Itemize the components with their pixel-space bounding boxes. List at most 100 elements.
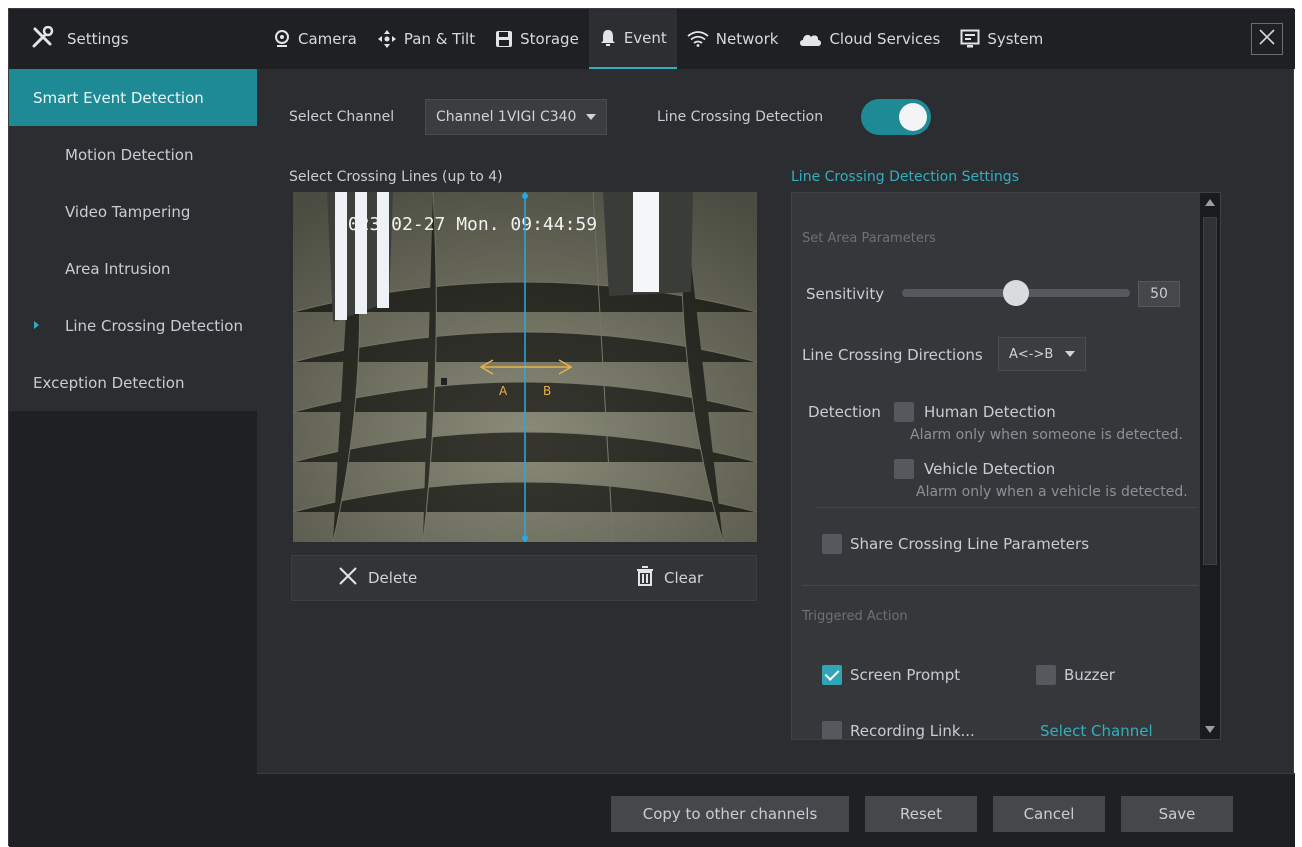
sensitivity-slider-knob[interactable] <box>1003 280 1029 306</box>
settings-panel-title: Line Crossing Detection Settings <box>791 169 1019 185</box>
crossing-lines-label: Select Crossing Lines (up to 4) <box>289 169 503 185</box>
trash-icon <box>636 566 654 590</box>
video-actions-bar: Delete Clear <box>291 555 757 601</box>
sidebar-item-label: Area Intrusion <box>65 259 171 278</box>
share-line-params-checkbox[interactable] <box>822 534 842 554</box>
sidebar-item-motion-detection[interactable]: Motion Detection <box>9 126 257 183</box>
sidebar-item-line-crossing-detection[interactable]: Line Crossing Detection <box>9 297 257 354</box>
screen-prompt-checkbox[interactable] <box>822 665 842 685</box>
sidebar-item-label: Exception Detection <box>33 373 185 392</box>
tab-label: Network <box>715 30 779 48</box>
bell-icon <box>599 29 617 47</box>
sensitivity-slider[interactable] <box>902 280 1130 306</box>
toggle-knob <box>899 103 927 131</box>
vehicle-detection-label: Vehicle Detection <box>924 460 1056 478</box>
tab-label: Cloud Services <box>829 30 941 48</box>
crossing-point-a: A <box>499 384 508 398</box>
scroll-down-icon[interactable] <box>1205 726 1215 733</box>
detection-label: Detection <box>808 403 881 421</box>
tab-event[interactable]: Event <box>588 9 677 69</box>
select-channel-label: Select Channel <box>289 109 395 125</box>
camera-scene-image: 2023-02-27 Mon. 09:44:59 A B <box>293 192 757 542</box>
pan-tilt-icon <box>377 29 397 49</box>
footer-bar: Copy to other channels Reset Cancel Save <box>257 773 1295 847</box>
divider <box>802 585 1198 586</box>
sensitivity-value-text: 50 <box>1150 286 1168 302</box>
monitor-icon <box>960 29 980 49</box>
camera-video-preview[interactable]: 2023-02-27 Mon. 09:44:59 A B <box>293 192 757 542</box>
sidebar-item-smart-event-detection[interactable]: Smart Event Detection <box>9 69 257 126</box>
line-crossing-toggle-label: Line Crossing Detection <box>657 109 824 125</box>
channel-dropdown[interactable]: Channel 1VIGI C340 <box>425 99 607 135</box>
recording-link-label: Recording Link... <box>850 722 975 740</box>
tab-storage[interactable]: Storage <box>485 9 589 69</box>
chevron-down-icon <box>1065 351 1075 357</box>
select-channel-link[interactable]: Select Channel <box>1040 722 1153 739</box>
sidebar-group-smart-event: Smart Event Detection Motion Detection V… <box>9 69 257 411</box>
vehicle-detection-checkbox[interactable] <box>894 459 914 479</box>
area-params-heading: Set Area Parameters <box>802 231 936 246</box>
tab-camera[interactable]: Camera <box>263 9 367 69</box>
tab-label: Pan & Tilt <box>403 30 476 48</box>
chevron-down-icon <box>586 114 596 120</box>
settings-title: Settings <box>67 30 129 48</box>
sidebar-item-exception-detection[interactable]: Exception Detection <box>9 354 257 411</box>
storage-icon <box>495 30 513 48</box>
cloud-icon <box>798 31 822 47</box>
human-detection-label: Human Detection <box>924 403 1056 421</box>
line-crossing-toggle[interactable] <box>861 99 931 135</box>
directions-label: Line Crossing Directions <box>802 346 983 364</box>
tools-icon <box>31 25 55 52</box>
sidebar-item-label: Smart Event Detection <box>33 88 204 107</box>
directions-dropdown-value: A<->B <box>1009 346 1054 362</box>
save-button[interactable]: Save <box>1121 796 1233 832</box>
delete-button[interactable]: Delete <box>338 566 417 590</box>
human-detection-checkbox[interactable] <box>894 402 914 422</box>
close-button[interactable] <box>1251 23 1283 55</box>
video-timestamp: 2023-02-27 Mon. 09:44:59 <box>337 214 597 235</box>
delete-label: Delete <box>368 569 418 587</box>
cancel-button-label: Cancel <box>1023 805 1075 823</box>
recording-link-checkbox[interactable] <box>822 721 842 739</box>
divider <box>816 507 1196 508</box>
settings-brand: Settings <box>31 9 129 69</box>
current-item-marker-icon <box>34 321 39 329</box>
sidebar-item-video-tampering[interactable]: Video Tampering <box>9 183 257 240</box>
close-icon <box>338 566 358 590</box>
tab-system[interactable]: System <box>950 9 1053 69</box>
screen-prompt-label: Screen Prompt <box>850 666 961 684</box>
close-icon <box>1258 28 1276 50</box>
tab-pan-tilt[interactable]: Pan & Tilt <box>367 9 485 69</box>
tab-label: Camera <box>298 30 357 48</box>
vehicle-detection-hint: Alarm only when a vehicle is detected. <box>916 484 1188 500</box>
sidebar: Smart Event Detection Motion Detection V… <box>9 69 257 847</box>
directions-dropdown[interactable]: A<->B <box>998 337 1086 371</box>
tab-network[interactable]: Network <box>677 9 789 69</box>
sensitivity-label: Sensitivity <box>806 285 885 303</box>
sidebar-item-label: Line Crossing Detection <box>65 316 243 335</box>
reset-button-label: Reset <box>900 805 942 823</box>
tab-label: System <box>987 30 1044 48</box>
share-line-params-label: Share Crossing Line Parameters <box>850 535 1090 553</box>
settings-scrollbar[interactable] <box>1200 193 1220 739</box>
settings-window: Settings Camera Pan & Tilt Storage Event <box>8 8 1295 847</box>
copy-button-label: Copy to other channels <box>642 805 818 823</box>
buzzer-checkbox[interactable] <box>1036 665 1056 685</box>
sidebar-item-label: Video Tampering <box>65 202 191 221</box>
top-bar: Settings Camera Pan & Tilt Storage Event <box>9 9 1295 69</box>
sensitivity-value[interactable]: 50 <box>1138 281 1180 307</box>
scroll-up-icon[interactable] <box>1205 199 1215 206</box>
camera-icon <box>273 30 291 48</box>
copy-to-other-channels-button[interactable]: Copy to other channels <box>611 796 849 832</box>
reset-button[interactable]: Reset <box>865 796 977 832</box>
sidebar-item-label: Motion Detection <box>65 145 194 164</box>
tab-bar: Camera Pan & Tilt Storage Event Network … <box>263 9 1053 69</box>
wifi-icon <box>687 31 709 47</box>
cancel-button[interactable]: Cancel <box>993 796 1105 832</box>
sidebar-item-area-intrusion[interactable]: Area Intrusion <box>9 240 257 297</box>
scrollbar-thumb[interactable] <box>1203 217 1217 565</box>
clear-button[interactable]: Clear <box>636 566 703 590</box>
save-button-label: Save <box>1158 805 1196 823</box>
tab-cloud-services[interactable]: Cloud Services <box>788 9 950 69</box>
buzzer-label: Buzzer <box>1064 666 1115 684</box>
